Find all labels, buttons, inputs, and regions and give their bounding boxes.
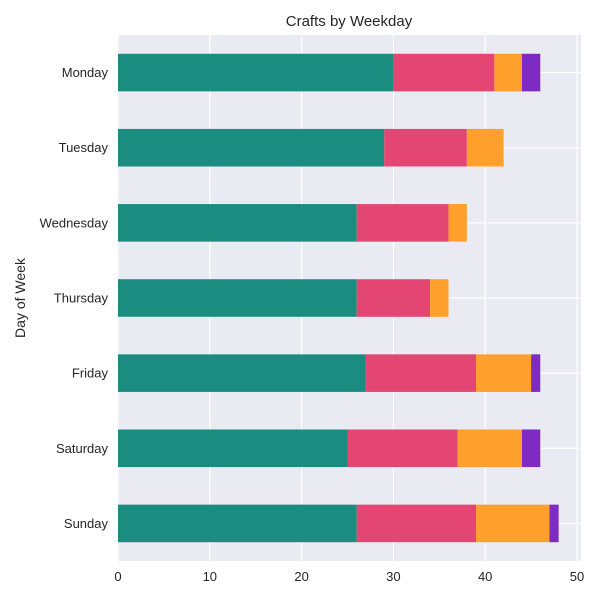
x-tick-label: 20: [294, 569, 308, 584]
bar-segment-tuesday-s2: [384, 128, 467, 167]
bar-segment-wednesday-s2: [356, 204, 449, 242]
y-tick-label: Monday: [62, 65, 109, 80]
chart-title: Crafts by Weekday: [286, 13, 413, 30]
x-tick-label: 0: [114, 569, 121, 584]
y-tick-label: Friday: [72, 366, 109, 381]
bar-segment-friday-s1: [118, 354, 366, 392]
bar-segment-friday-s2: [365, 354, 477, 392]
bar-segment-monday-s4: [521, 53, 541, 92]
bar-segment-thursday-s3: [430, 279, 449, 317]
bar-segment-saturday-s1: [118, 429, 348, 468]
bar-segment-saturday-s2: [347, 429, 458, 468]
bar-segment-thursday-s2: [356, 279, 431, 317]
bar-segment-sunday-s4: [549, 504, 559, 543]
y-tick-label: Thursday: [54, 291, 109, 306]
x-tick-labels: 0 10 20 30 40 50: [114, 569, 584, 584]
bar-segment-saturday-s4: [521, 429, 541, 468]
x-tick-label: 50: [570, 569, 584, 584]
bar-segment-wednesday-s1: [118, 204, 357, 242]
bar-segment-tuesday-s3: [466, 128, 504, 167]
bar-segment-saturday-s3: [457, 429, 522, 468]
y-tick-label: Sunday: [64, 516, 109, 531]
bar-segment-monday-s1: [118, 53, 394, 92]
x-tick-label: 30: [386, 569, 400, 584]
bar-segment-sunday-s1: [118, 504, 357, 543]
stacked-bar-chart: 0 10 20 30 40 50 Monday Tuesday Wednesday Thursd…: [12, 13, 584, 584]
y-axis-label: Day of Week: [12, 257, 28, 338]
bar-segment-friday-s4: [531, 354, 541, 392]
x-tick-label: 10: [203, 569, 217, 584]
y-tick-label: Tuesday: [59, 140, 109, 155]
y-tick-label: Saturday: [56, 441, 109, 456]
y-tick-labels: Monday Tuesday Wednesday Thursday Friday Satu…: [40, 65, 109, 531]
bar-segment-thursday-s1: [118, 279, 357, 317]
bar-segment-monday-s2: [393, 53, 495, 92]
bar-segment-tuesday-s1: [118, 128, 385, 167]
bar-segment-sunday-s2: [356, 504, 477, 543]
bar-segment-friday-s3: [476, 354, 532, 392]
bar-segment-sunday-s3: [476, 504, 550, 543]
y-tick-label: Wednesday: [40, 215, 109, 230]
bar-segment-wednesday-s3: [448, 204, 467, 242]
x-tick-label: 40: [478, 569, 492, 584]
bar-segment-monday-s3: [494, 53, 522, 92]
